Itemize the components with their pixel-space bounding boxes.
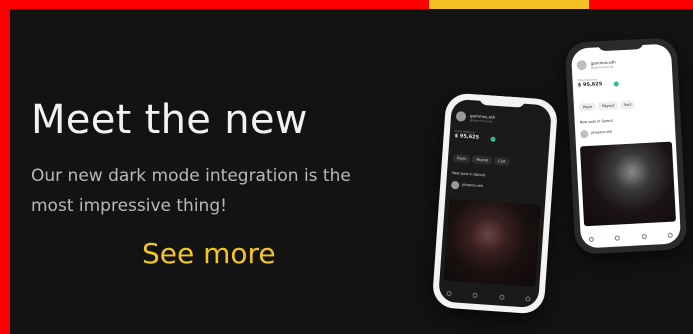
top-accent-bar — [429, 0, 589, 9]
phone-screen-dark: gammos.eth @gammoscript Total balance $ … — [438, 98, 552, 309]
search-icon[interactable] — [615, 235, 621, 241]
notification-text: New post in Sprout — [579, 118, 614, 125]
tab-bar — [588, 232, 673, 243]
sort-button[interactable]: Sort — [619, 100, 636, 110]
avatar — [455, 111, 467, 122]
post-avatar — [450, 180, 460, 190]
home-icon[interactable] — [446, 290, 452, 297]
search-icon[interactable] — [472, 292, 479, 299]
headline: Meet the new — [31, 97, 308, 143]
home-icon[interactable] — [588, 236, 594, 243]
tab-bar — [446, 290, 531, 302]
payout-button[interactable]: Payout — [472, 155, 493, 165]
see-more-button[interactable]: See more — [142, 237, 276, 270]
post-photo — [443, 198, 541, 288]
post-username: phoenix.eth — [462, 182, 484, 189]
profile-icon[interactable] — [525, 296, 531, 302]
promo-banner: Meet the new Our new dark mode integrati… — [10, 9, 693, 334]
payout-button[interactable]: Payout — [598, 101, 619, 111]
post-avatar — [580, 129, 589, 139]
phone-mockup-light: gammos.eth @gammoscript Total balance $ … — [564, 37, 688, 255]
phone-mockup-dark: gammos.eth @gammoscript Total balance $ … — [431, 92, 559, 315]
payin-button[interactable]: Payin — [578, 102, 597, 112]
post-username: phoenix.eth — [591, 129, 613, 135]
post-photo — [579, 141, 677, 227]
profile-icon[interactable] — [667, 232, 673, 238]
add-icon[interactable] — [498, 294, 505, 300]
avatar — [576, 59, 587, 71]
payin-button[interactable]: Payin — [452, 153, 471, 164]
cart-button[interactable]: Cart — [493, 156, 510, 166]
phone-screen-light: gammos.eth @gammoscript Total balance $ … — [570, 43, 682, 249]
user-handle: @gammoscript — [590, 64, 614, 70]
subtext: Our new dark mode integration is the mos… — [31, 166, 351, 216]
add-icon[interactable] — [641, 234, 647, 240]
notification-text: New post in Sprout — [451, 170, 486, 178]
user-handle: @gammoscript — [469, 118, 493, 124]
